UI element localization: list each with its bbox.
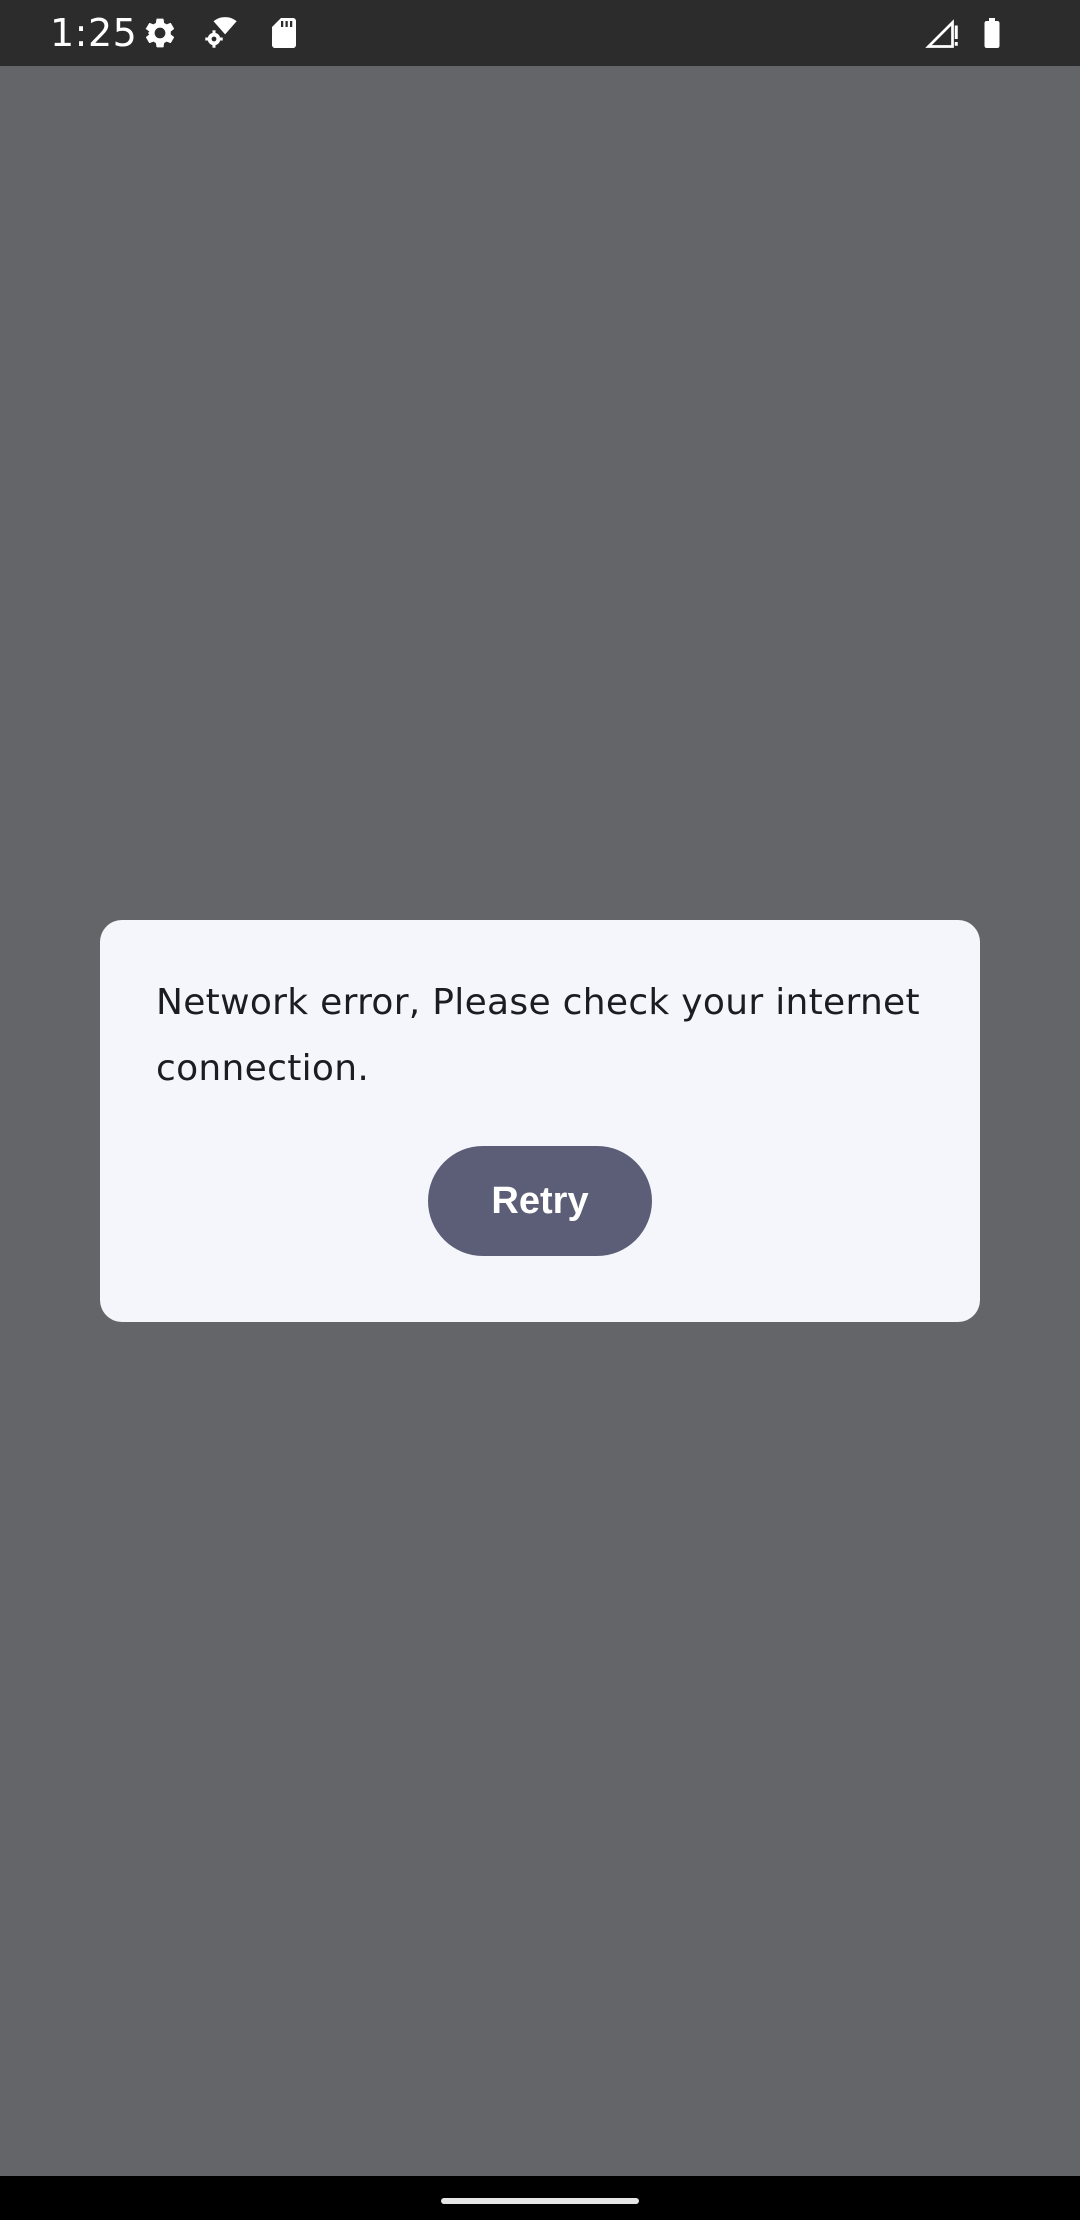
home-gesture-handle[interactable] bbox=[441, 2198, 639, 2204]
signal-no-service-icon bbox=[925, 19, 958, 48]
status-bar: 1:25 bbox=[0, 0, 1080, 66]
status-time: 1:25 bbox=[50, 11, 138, 55]
wifi-settings-icon bbox=[205, 17, 237, 48]
navigation-bar bbox=[0, 2176, 1080, 2220]
settings-gear-icon bbox=[145, 18, 175, 48]
dialog-message: Network error, Please check your interne… bbox=[156, 982, 920, 1089]
sd-card-icon bbox=[272, 18, 296, 48]
network-error-dialog: Network error, Please check your interne… bbox=[100, 920, 980, 1322]
retry-button[interactable]: Retry bbox=[428, 1146, 652, 1256]
battery-icon bbox=[984, 18, 1000, 48]
